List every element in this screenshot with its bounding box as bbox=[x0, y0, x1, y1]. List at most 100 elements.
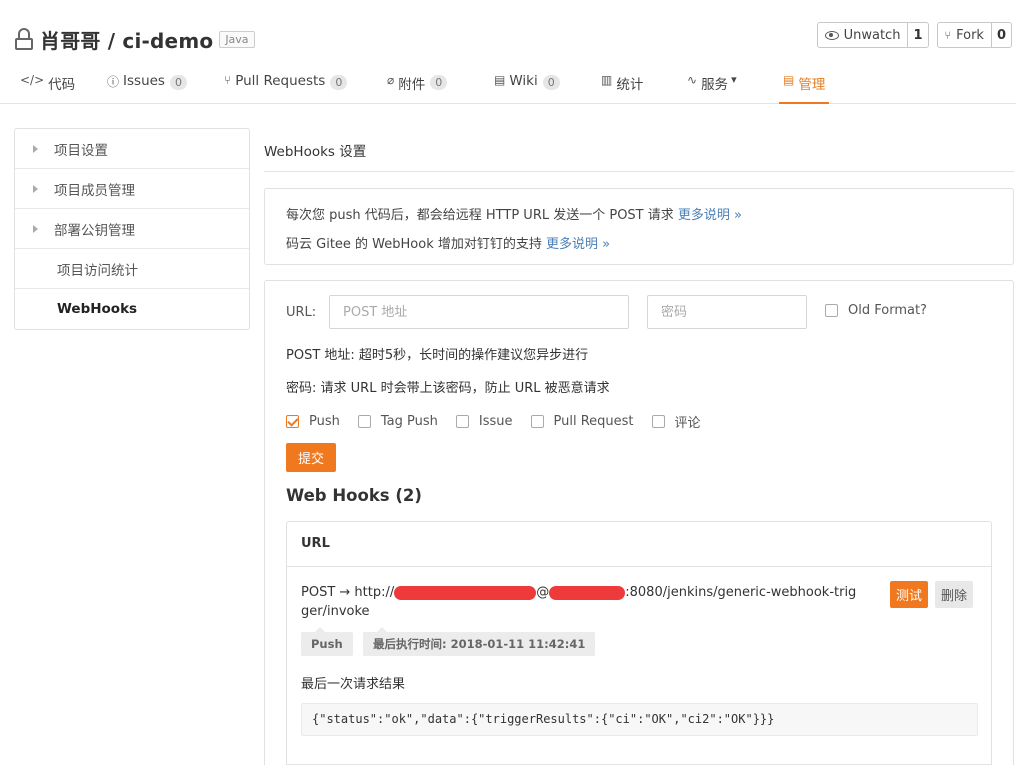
event-push[interactable]: Push bbox=[286, 414, 340, 429]
delete-webhook-button[interactable]: 删除 bbox=[935, 581, 973, 608]
post-url-input[interactable] bbox=[329, 295, 629, 329]
bar-chart-icon: ▥ bbox=[601, 73, 613, 87]
settings-sidebar: 项目设置 项目成员管理 部署公钥管理 项目访问统计 WebHooks bbox=[14, 128, 250, 330]
last-run-time-tag: 最后执行时间: 2018-01-11 11:42:41 bbox=[363, 627, 596, 656]
webhooks-list-title: Web Hooks (2) bbox=[286, 486, 422, 505]
tab-label: Pull Requests bbox=[235, 73, 326, 89]
tab-wiki[interactable]: ▤ Wiki 0 bbox=[494, 62, 560, 104]
checkbox[interactable] bbox=[455, 415, 469, 428]
sidebar-item-webhooks[interactable]: WebHooks bbox=[15, 289, 249, 329]
webhooks-column-header: URL bbox=[287, 522, 991, 567]
fork-count[interactable]: 0 bbox=[992, 23, 1011, 47]
unwatch-button[interactable]: Unwatch bbox=[818, 23, 909, 47]
fork-label: Fork bbox=[956, 27, 984, 43]
sidebar-item-label: 项目成员管理 bbox=[54, 182, 135, 199]
tab-count-badge: 0 bbox=[330, 75, 348, 90]
fork-icon: ⑂ bbox=[944, 28, 952, 42]
url-separator: @ bbox=[536, 585, 550, 600]
event-label: Push bbox=[309, 414, 340, 429]
tab-issues[interactable]: ⓘ Issues 0 bbox=[107, 62, 187, 104]
issue-icon: ⓘ bbox=[107, 75, 120, 89]
sidebar-item-access-stats[interactable]: 项目访问统计 bbox=[15, 249, 249, 289]
sidebar-item-members[interactable]: 项目成员管理 bbox=[15, 169, 249, 209]
dingtalk-more-info-link[interactable]: 更多说明 » bbox=[546, 237, 610, 252]
tab-label: Issues bbox=[123, 73, 165, 89]
event-label: Tag Push bbox=[380, 414, 438, 429]
info-line: 码云 Gitee 的 WebHook 增加对钉钉的支持 更多说明 » bbox=[286, 230, 992, 259]
tab-label: 附件 bbox=[398, 77, 426, 93]
checkbox[interactable] bbox=[651, 415, 665, 428]
tab-code[interactable]: </> 代码 bbox=[20, 62, 75, 104]
tab-stats[interactable]: ▥ 统计 bbox=[601, 62, 643, 104]
event-label: 评论 bbox=[674, 416, 701, 431]
repo-title-row: 肖哥哥 / ci-demo Java bbox=[14, 25, 255, 54]
webhook-form: URL: Old Format? POST 地址: 超时5秒，长时间的操作建议您… bbox=[264, 280, 1014, 765]
tab-pull-requests[interactable]: ⑂ Pull Requests 0 bbox=[224, 62, 348, 104]
sidebar-item-label: 部署公钥管理 bbox=[54, 222, 135, 239]
last-result-label: 最后一次请求结果 bbox=[301, 677, 406, 692]
lock-icon bbox=[14, 27, 34, 51]
event-comment[interactable]: 评论 bbox=[651, 412, 701, 431]
tab-count-badge: 0 bbox=[169, 75, 187, 90]
sidebar-item-deploy-keys[interactable]: 部署公钥管理 bbox=[15, 209, 249, 249]
event-pull-request[interactable]: Pull Request bbox=[530, 414, 634, 429]
code-icon: </> bbox=[20, 73, 45, 87]
info-text: 每次您 push 代码后，都会给远程 HTTP URL 发送一个 POST 请求 bbox=[286, 208, 678, 223]
repo-header: 肖哥哥 / ci-demo Java Unwatch 1 ⑂ Fork 0 </>… bbox=[0, 0, 1016, 104]
webhook-url: POST → http://@:8080/jenkins/generic-web… bbox=[301, 583, 861, 621]
repo-actions: Unwatch 1 ⑂ Fork 0 bbox=[816, 22, 1012, 48]
repo-name[interactable]: 肖哥哥 / ci-demo bbox=[40, 25, 213, 54]
url-prefix: POST → http:// bbox=[301, 585, 395, 600]
event-tag: Push bbox=[301, 627, 353, 656]
sidebar-item-label: 项目访问统计 bbox=[57, 262, 138, 279]
caret-right-icon bbox=[33, 184, 38, 193]
tab-label: 统计 bbox=[616, 77, 644, 93]
watch-count[interactable]: 1 bbox=[908, 23, 927, 47]
checkbox-checked[interactable] bbox=[286, 415, 299, 428]
language-badge: Java bbox=[219, 30, 255, 48]
sidebar-item-project-settings[interactable]: 项目设置 bbox=[15, 129, 249, 169]
webhook-info-box: 每次您 push 代码后，都会给远程 HTTP URL 发送一个 POST 请求… bbox=[264, 188, 1014, 265]
fork-button[interactable]: ⑂ Fork bbox=[938, 23, 992, 47]
more-info-link[interactable]: 更多说明 » bbox=[678, 208, 742, 223]
pulse-icon: ∿ bbox=[687, 73, 698, 87]
webhooks-list: URL POST → http://@:8080/jenkins/generic… bbox=[286, 521, 992, 765]
tab-label: Wiki bbox=[509, 73, 538, 89]
event-checkboxes: Push Tag Push Issue Pull Request 评论 bbox=[286, 412, 719, 431]
old-format-label: Old Format? bbox=[848, 303, 927, 318]
password-hint: 密码: 请求 URL 时会带上该密码，防止 URL 被恶意请求 bbox=[286, 381, 610, 396]
caret-right-icon bbox=[33, 144, 38, 153]
last-result-output: {"status":"ok","data":{"triggerResults":… bbox=[301, 703, 978, 736]
submit-button[interactable]: 提交 bbox=[286, 443, 336, 472]
password-input[interactable] bbox=[647, 295, 807, 329]
unwatch-label: Unwatch bbox=[843, 27, 901, 43]
checkbox[interactable] bbox=[825, 304, 838, 317]
checkbox[interactable] bbox=[530, 415, 544, 428]
tab-attachments[interactable]: ⌀ 附件 0 bbox=[387, 62, 448, 104]
event-issue[interactable]: Issue bbox=[455, 414, 513, 429]
info-text: 码云 Gitee 的 WebHook 增加对钉钉的支持 bbox=[286, 237, 546, 252]
sidebar-item-label: WebHooks bbox=[57, 301, 138, 317]
eye-icon bbox=[824, 30, 839, 40]
watch-button-group: Unwatch 1 bbox=[816, 22, 929, 48]
caret-right-icon bbox=[33, 224, 38, 233]
redacted-credentials bbox=[394, 585, 537, 600]
test-webhook-button[interactable]: 测试 bbox=[890, 581, 928, 608]
url-label: URL: bbox=[286, 305, 317, 320]
old-format-checkbox[interactable]: Old Format? bbox=[825, 303, 927, 318]
redacted-host bbox=[549, 585, 626, 600]
tab-count-badge: 0 bbox=[430, 75, 448, 90]
tab-label: 代码 bbox=[48, 77, 76, 93]
chevron-down-icon: ▾ bbox=[731, 73, 737, 86]
tab-label: 服务 bbox=[701, 77, 729, 93]
tab-count-badge: 0 bbox=[542, 75, 560, 90]
checkbox[interactable] bbox=[357, 415, 371, 428]
event-tag-push[interactable]: Tag Push bbox=[357, 414, 438, 429]
sidebar-item-label: 项目设置 bbox=[54, 142, 108, 159]
event-label: Issue bbox=[478, 414, 513, 429]
tab-services[interactable]: ∿ 服务 ▾ bbox=[687, 62, 737, 104]
manage-icon: ▤ bbox=[783, 73, 795, 87]
main-content: WebHooks 设置 每次您 push 代码后，都会给远程 HTTP URL … bbox=[264, 128, 1014, 765]
fork-button-group: ⑂ Fork 0 bbox=[936, 22, 1012, 48]
tab-manage[interactable]: ▤ 管理 bbox=[779, 62, 830, 104]
